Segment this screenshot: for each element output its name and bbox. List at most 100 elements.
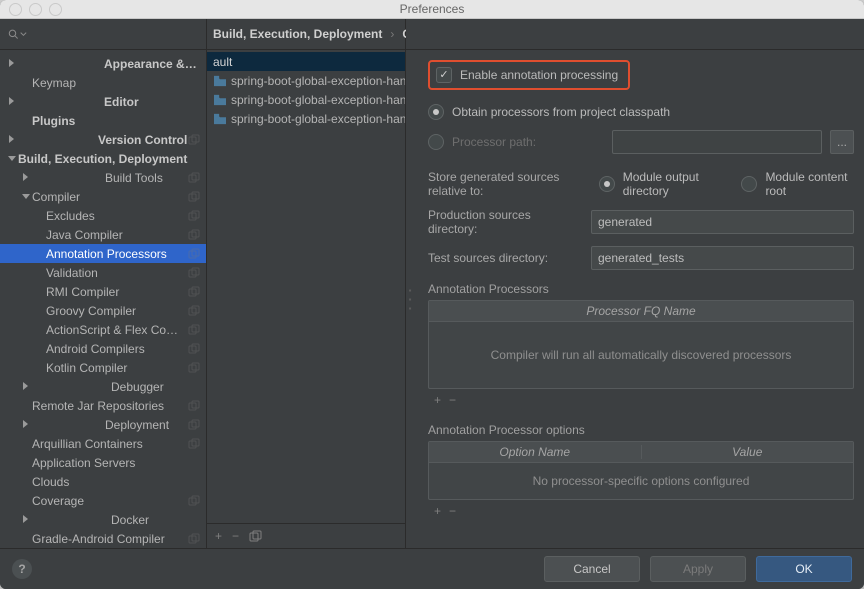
tree-spacer: [22, 458, 32, 468]
sidebar-item[interactable]: Appearance & Behavior: [0, 54, 206, 73]
opt-remove-button[interactable]: −: [449, 504, 456, 518]
chevron-right-icon: [22, 382, 111, 392]
obtain-classpath-radio[interactable]: [428, 104, 444, 120]
sidebar-item[interactable]: Application Servers: [0, 453, 206, 472]
sidebar-item[interactable]: Version Control: [0, 130, 206, 149]
store-output-label: Module output directory: [623, 170, 728, 198]
profile-item[interactable]: ault: [207, 52, 405, 71]
sidebar-item-label: Clouds: [32, 475, 200, 489]
apply-button[interactable]: Apply: [650, 556, 746, 582]
search-input[interactable]: [31, 26, 198, 42]
chevron-right-icon: [8, 97, 104, 107]
sidebar-item[interactable]: Build, Execution, Deployment: [0, 149, 206, 168]
project-scope-icon: [188, 210, 200, 222]
proc-add-button[interactable]: +: [434, 393, 441, 407]
store-output-radio[interactable]: [599, 176, 615, 192]
proc-table-empty: Compiler will run all automatically disc…: [491, 348, 792, 362]
splitter-handle-icon[interactable]: ▪▪▪: [406, 50, 414, 548]
sidebar-item-label: Debugger: [111, 380, 200, 394]
sidebar-item[interactable]: Annotation Processors: [0, 244, 206, 263]
sidebar-item[interactable]: Coverage: [0, 491, 206, 510]
sidebar-item[interactable]: RMI Compiler: [0, 282, 206, 301]
project-scope-icon: [188, 400, 200, 412]
profile-list[interactable]: aultspring-boot-global-exception-handles…: [207, 50, 405, 523]
profile-item[interactable]: spring-boot-global-exception-handle_: [207, 90, 405, 109]
sidebar-item[interactable]: Android Compilers: [0, 339, 206, 358]
browse-button[interactable]: ...: [830, 130, 854, 154]
sidebar-item-label: Groovy Compiler: [46, 304, 188, 318]
sidebar-item[interactable]: Kotlin Compiler: [0, 358, 206, 377]
chevron-right-icon: [22, 515, 111, 525]
sidebar-item[interactable]: Excludes: [0, 206, 206, 225]
processors-table[interactable]: Processor FQ Name Compiler will run all …: [428, 300, 854, 389]
chevron-right-icon: [22, 420, 105, 430]
sidebar-item[interactable]: Validation: [0, 263, 206, 282]
project-scope-icon: [188, 134, 200, 146]
profile-item[interactable]: spring-boot-global-exception-handle: [207, 71, 405, 90]
sidebar-item[interactable]: Plugins: [0, 111, 206, 130]
tree-spacer: [36, 268, 46, 278]
chevron-down-icon: [22, 192, 32, 202]
opt-add-button[interactable]: +: [434, 504, 441, 518]
project-scope-icon: [188, 267, 200, 279]
profile-item[interactable]: spring-boot-global-exception-handle_: [207, 109, 405, 128]
tree-spacer: [22, 116, 32, 126]
add-profile-button[interactable]: +: [215, 529, 222, 543]
store-content-radio[interactable]: [741, 176, 757, 192]
proc-remove-button[interactable]: −: [449, 393, 456, 407]
sidebar-item[interactable]: Java Compiler: [0, 225, 206, 244]
tree-spacer: [36, 363, 46, 373]
project-scope-icon: [188, 343, 200, 355]
settings-tree[interactable]: Appearance & Behavior Keymap EditorPlugins…: [0, 50, 206, 548]
sidebar-item-label: Annotation Processors: [46, 247, 188, 261]
project-scope-icon: [188, 438, 200, 450]
project-scope-icon: [188, 419, 200, 431]
remove-profile-button[interactable]: −: [232, 529, 239, 543]
tree-spacer: [36, 230, 46, 240]
project-scope-icon: [188, 324, 200, 336]
sidebar-item-label: Deployment: [105, 418, 188, 432]
sidebar-item[interactable]: Debugger: [0, 377, 206, 396]
project-scope-icon: [188, 248, 200, 260]
search-box[interactable]: [0, 19, 206, 50]
sidebar-item-label: Keymap: [32, 76, 200, 90]
sidebar-item[interactable]: Clouds: [0, 472, 206, 491]
sidebar-item[interactable]: Groovy Compiler: [0, 301, 206, 320]
sidebar-item[interactable]: Deployment: [0, 415, 206, 434]
chevron-down-icon: [8, 154, 18, 164]
chevron-down-icon: [20, 30, 27, 38]
sidebar-item-label: Excludes: [46, 209, 188, 223]
chevron-right-icon: [8, 59, 104, 69]
options-table[interactable]: Option Name Value No processor-specific …: [428, 441, 854, 500]
sidebar-item[interactable]: Keymap: [0, 73, 206, 92]
chevron-right-icon: [22, 173, 105, 183]
sidebar-item[interactable]: Remote Jar Repositories: [0, 396, 206, 415]
folder-icon: [213, 94, 227, 106]
help-button[interactable]: ?: [12, 559, 32, 579]
test-dir-input[interactable]: [591, 246, 854, 270]
enable-annotation-highlight: Enable annotation processing: [428, 60, 630, 90]
sidebar-item[interactable]: Docker: [0, 510, 206, 529]
copy-profile-button[interactable]: [249, 530, 263, 542]
prod-dir-input[interactable]: [591, 210, 854, 234]
tree-spacer: [22, 401, 32, 411]
sidebar-item[interactable]: Editor: [0, 92, 206, 111]
folder-icon: [213, 75, 227, 87]
tree-spacer: [36, 249, 46, 259]
ok-button[interactable]: OK: [756, 556, 852, 582]
sidebar-item-label: Build, Execution, Deployment: [18, 152, 200, 166]
sidebar-item[interactable]: Build Tools: [0, 168, 206, 187]
obtain-classpath-label: Obtain processors from project classpath: [452, 105, 670, 119]
sidebar-item-label: Appearance & Behavior: [104, 57, 200, 71]
sidebar-item[interactable]: Arquillian Containers: [0, 434, 206, 453]
processor-path-label: Processor path:: [452, 135, 536, 149]
sidebar-item[interactable]: Compiler: [0, 187, 206, 206]
cancel-button[interactable]: Cancel: [544, 556, 640, 582]
enable-annotation-checkbox[interactable]: [436, 67, 452, 83]
opt-col-name: Option Name: [429, 445, 641, 459]
sidebar-item-label: Kotlin Compiler: [46, 361, 188, 375]
sidebar-item[interactable]: Gradle-Android Compiler: [0, 529, 206, 548]
processor-path-radio[interactable]: [428, 134, 444, 150]
processor-path-input[interactable]: [612, 130, 822, 154]
sidebar-item[interactable]: ActionScript & Flex Compiler: [0, 320, 206, 339]
